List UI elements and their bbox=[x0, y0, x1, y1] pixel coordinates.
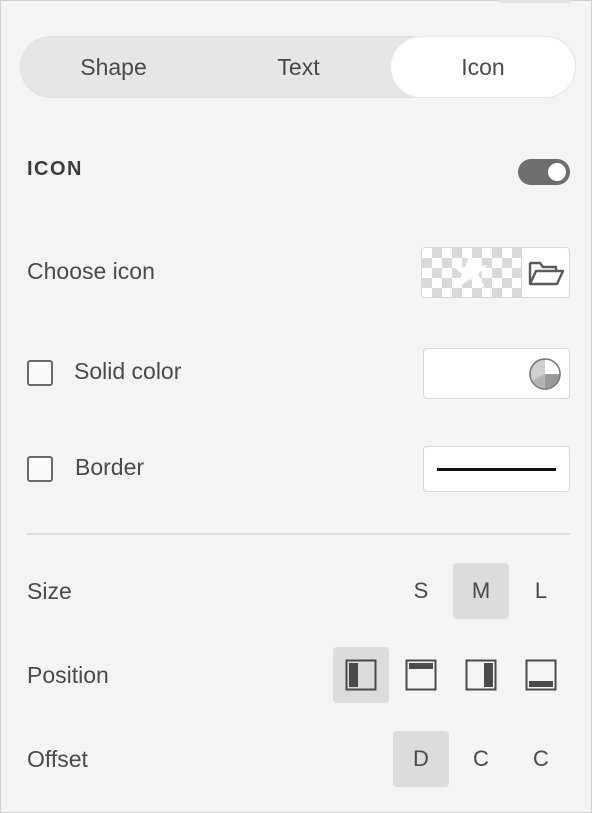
position-top-button[interactable] bbox=[393, 647, 449, 703]
border-checkbox[interactable] bbox=[27, 456, 53, 482]
top-align-icon bbox=[405, 659, 437, 691]
position-right-button[interactable] bbox=[453, 647, 509, 703]
position-left-button[interactable] bbox=[333, 647, 389, 703]
color-picker-icon bbox=[529, 358, 561, 390]
border-label: Border bbox=[75, 454, 145, 480]
tab-text[interactable]: Text bbox=[206, 37, 391, 97]
solid-color-swatch[interactable] bbox=[423, 348, 570, 399]
offset-option-2[interactable]: C bbox=[453, 731, 509, 787]
offset-option-3[interactable]: C bbox=[513, 731, 569, 787]
top-scroll-stub bbox=[498, 0, 572, 3]
offset-label: Offset bbox=[27, 746, 88, 772]
mode-tabs: Shape Text Icon bbox=[20, 36, 576, 98]
icon-section-title: ICON bbox=[27, 158, 83, 180]
right-align-icon bbox=[465, 659, 497, 691]
solid-color-checkbox[interactable] bbox=[27, 360, 53, 386]
icon-picker[interactable] bbox=[421, 247, 570, 298]
size-small-button[interactable]: S bbox=[393, 563, 449, 619]
size-medium-button[interactable]: M bbox=[453, 563, 509, 619]
left-align-icon bbox=[345, 659, 377, 691]
position-bottom-button[interactable] bbox=[513, 647, 569, 703]
size-label: Size bbox=[27, 578, 72, 604]
border-style-swatch[interactable] bbox=[423, 446, 570, 492]
position-label: Position bbox=[27, 662, 109, 688]
icon-enable-toggle[interactable] bbox=[518, 159, 570, 185]
picker-divider bbox=[521, 248, 522, 297]
choose-icon-label: Choose icon bbox=[27, 258, 155, 284]
toggle-knob bbox=[548, 163, 566, 181]
star-burst-icon bbox=[451, 254, 488, 289]
tab-icon[interactable]: Icon bbox=[391, 37, 575, 97]
border-line-preview bbox=[437, 468, 556, 471]
folder-open-icon[interactable] bbox=[526, 258, 566, 288]
bottom-align-icon bbox=[525, 659, 557, 691]
offset-option-1[interactable]: D bbox=[393, 731, 449, 787]
tab-shape[interactable]: Shape bbox=[21, 37, 206, 97]
solid-color-label: Solid color bbox=[74, 358, 182, 384]
section-divider bbox=[27, 533, 570, 535]
size-large-button[interactable]: L bbox=[513, 563, 569, 619]
